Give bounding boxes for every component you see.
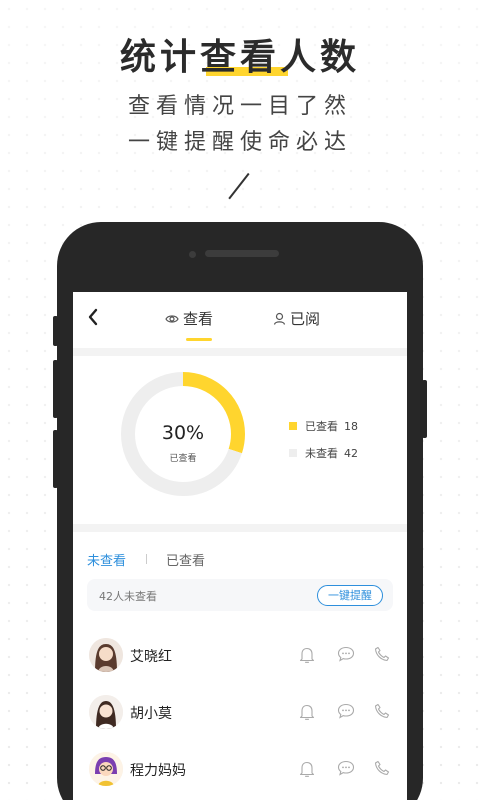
subline-2: 一键提醒使命必达 — [127, 130, 352, 155]
contact-row[interactable]: 艾晓红 — [73, 630, 407, 686]
section-divider — [73, 348, 407, 356]
phone-speaker — [205, 250, 279, 257]
phone-icon[interactable] — [374, 703, 390, 719]
phone-frame: 查看 已阅 30% 已查看 已查看 18 未查看 42 未查看 已查看 42人未… — [57, 222, 423, 800]
message-icon[interactable] — [337, 646, 355, 662]
back-button[interactable] — [87, 308, 99, 329]
phone-camera — [189, 251, 196, 258]
legend-viewed-count: 18 — [344, 419, 358, 433]
phone-icon[interactable] — [374, 760, 390, 776]
legend-unviewed-count: 42 — [344, 446, 358, 460]
remind-all-button[interactable]: 一键提醒 — [317, 585, 383, 606]
phone-screen: 查看 已阅 30% 已查看 已查看 18 未查看 42 未查看 已查看 42人未… — [73, 292, 407, 800]
chevron-left-icon — [88, 308, 98, 326]
section-divider — [73, 524, 407, 532]
donut-center-value: 30% — [161, 422, 205, 444]
avatar — [89, 638, 123, 672]
tab-read[interactable]: 已阅 — [273, 308, 320, 329]
view-stats-chart: 30% 已查看 已查看 18 未查看 42 — [73, 356, 407, 524]
legend-unviewed: 未查看 42 — [289, 445, 358, 461]
message-icon[interactable] — [337, 760, 355, 776]
legend-swatch-unviewed — [289, 449, 297, 457]
legend-swatch-viewed — [289, 422, 297, 430]
unviewed-count-text: 42人未查看 — [99, 590, 157, 603]
avatar — [89, 695, 123, 729]
headline: 统计查看人数 — [0, 28, 480, 80]
phone-icon[interactable] — [374, 646, 390, 662]
tab-view-label: 查看 — [183, 310, 214, 328]
user-icon — [273, 312, 286, 325]
unviewed-summary-bar: 42人未查看 一键提醒 — [87, 579, 393, 611]
filter-bar: 未查看 已查看 — [73, 532, 407, 578]
bell-icon[interactable] — [299, 646, 315, 664]
contact-row[interactable]: 程力妈妈 — [73, 744, 407, 800]
subline-1: 查看情况一目了然 — [127, 94, 352, 119]
legend-viewed: 已查看 18 — [289, 418, 358, 434]
contact-row[interactable]: 胡小莫 — [73, 687, 407, 743]
contact-name: 胡小莫 — [130, 706, 172, 722]
headline-text: 统计查看人数 — [120, 28, 360, 80]
legend-viewed-label: 已查看 — [305, 420, 338, 433]
filter-viewed[interactable]: 已查看 — [166, 550, 205, 569]
message-icon[interactable] — [337, 703, 355, 719]
bell-icon[interactable] — [299, 703, 315, 721]
top-nav: 查看 已阅 — [73, 292, 407, 348]
avatar — [89, 752, 123, 786]
donut-center-label: 已查看 — [169, 454, 197, 464]
contact-name: 程力妈妈 — [130, 763, 186, 779]
eye-icon — [165, 314, 179, 323]
tab-read-label: 已阅 — [290, 310, 321, 328]
bell-icon[interactable] — [299, 760, 315, 778]
legend-unviewed-label: 未查看 — [305, 447, 338, 460]
active-tab-indicator — [186, 338, 212, 341]
filter-unviewed[interactable]: 未查看 — [87, 550, 126, 569]
contact-name: 艾晓红 — [130, 649, 172, 665]
tab-view[interactable]: 查看 — [165, 308, 213, 329]
filter-separator — [146, 554, 147, 564]
